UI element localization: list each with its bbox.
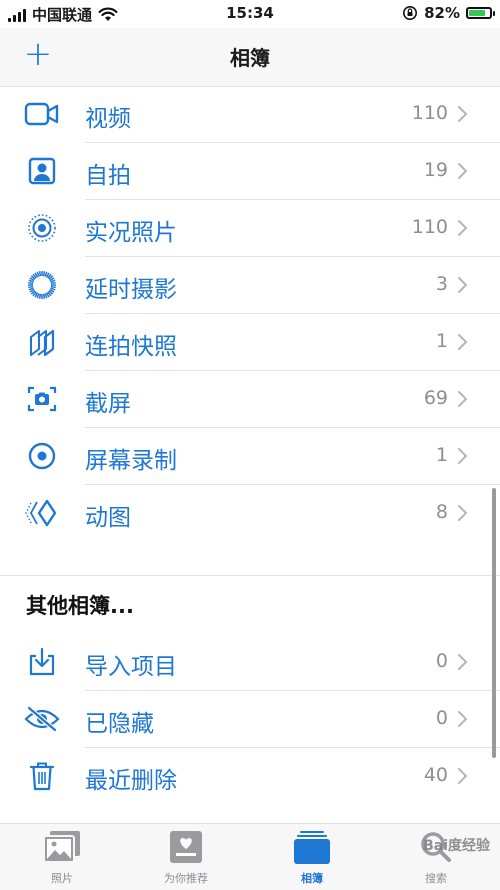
chevron-right-icon — [458, 106, 468, 122]
orientation-lock-icon — [403, 6, 418, 20]
album-count: 19 — [423, 159, 448, 181]
battery-icon — [466, 7, 495, 19]
album-count: 0 — [435, 650, 448, 672]
chevron-right-icon — [458, 334, 468, 350]
album-row-selfie[interactable]: 自拍 19 — [0, 143, 500, 200]
album-row-video[interactable]: 视频 110 — [0, 86, 500, 143]
tab-label: 照片 — [51, 872, 73, 885]
album-label: 导入项目 — [85, 654, 177, 680]
album-label: 动图 — [85, 505, 131, 531]
tab-label: 相簿 — [301, 872, 323, 885]
album-count: 1 — [435, 330, 448, 352]
album-row-animated[interactable]: 动图 8 — [0, 485, 500, 542]
album-label: 屏幕录制 — [85, 448, 177, 474]
album-row-live-photos[interactable]: 实况照片 110 — [0, 200, 500, 257]
album-label: 截屏 — [85, 391, 131, 417]
photos-icon — [43, 830, 81, 864]
album-count: 40 — [423, 764, 448, 786]
hidden-icon — [24, 703, 60, 735]
chevron-right-icon — [458, 768, 468, 784]
chevron-right-icon — [458, 505, 468, 521]
live-photo-icon — [24, 212, 60, 244]
nav-bar: + 相簿 — [0, 28, 500, 87]
album-label: 实况照片 — [85, 220, 177, 246]
album-row-timelapse[interactable]: 延时摄影 3 — [0, 257, 500, 314]
tab-albums[interactable]: 相簿 — [257, 830, 367, 886]
chevron-right-icon — [458, 654, 468, 670]
tab-label: 为你推荐 — [164, 872, 208, 885]
burst-icon — [24, 326, 60, 358]
tab-bar: 照片 为你推荐 相簿 搜索 — [0, 823, 500, 890]
watermark: Bai度经验 — [423, 838, 490, 854]
battery-percent: 82% — [424, 4, 460, 22]
section-divider — [0, 575, 500, 576]
album-count: 8 — [435, 501, 448, 523]
tab-label: 搜索 — [425, 872, 447, 885]
animated-icon — [24, 497, 60, 529]
video-icon — [24, 98, 60, 130]
status-bar: 中国联通 15:34 82% — [0, 0, 500, 28]
album-count: 0 — [435, 707, 448, 729]
chevron-right-icon — [458, 220, 468, 236]
album-row-screen-recordings[interactable]: 屏幕录制 1 — [0, 428, 500, 485]
album-row-screenshots[interactable]: 截屏 69 — [0, 371, 500, 428]
chevron-right-icon — [458, 277, 468, 293]
album-count: 69 — [423, 387, 448, 409]
trash-icon — [24, 760, 60, 792]
timelapse-icon — [24, 269, 60, 301]
album-row-imports[interactable]: 导入项目 0 — [0, 634, 500, 691]
import-icon — [24, 646, 60, 678]
scrollbar[interactable] — [492, 488, 496, 758]
album-row-burst[interactable]: 连拍快照 1 — [0, 314, 500, 371]
chevron-right-icon — [458, 391, 468, 407]
album-row-recently-deleted[interactable]: 最近删除 40 — [0, 748, 500, 805]
tab-photos[interactable]: 照片 — [7, 830, 117, 886]
screenshot-icon — [24, 383, 60, 415]
for-you-icon — [167, 830, 205, 864]
albums-icon — [293, 830, 331, 864]
album-label: 延时摄影 — [85, 277, 177, 303]
album-label: 已隐藏 — [85, 711, 154, 737]
selfie-icon — [24, 155, 60, 187]
other-albums-title: 其他相簿... — [26, 594, 134, 618]
page-title: 相簿 — [230, 46, 270, 70]
chevron-right-icon — [458, 163, 468, 179]
album-count: 110 — [411, 102, 448, 124]
album-label: 最近删除 — [85, 768, 177, 794]
album-label: 自拍 — [85, 163, 131, 189]
screen-recording-icon — [24, 440, 60, 472]
album-row-hidden[interactable]: 已隐藏 0 — [0, 691, 500, 748]
album-count: 3 — [435, 273, 448, 295]
album-label: 视频 — [85, 106, 131, 132]
album-count: 110 — [411, 216, 448, 238]
album-count: 1 — [435, 444, 448, 466]
tab-for-you[interactable]: 为你推荐 — [131, 830, 241, 886]
album-label: 连拍快照 — [85, 334, 177, 360]
status-right: 82% — [402, 4, 495, 22]
chevron-right-icon — [458, 711, 468, 727]
chevron-right-icon — [458, 448, 468, 464]
